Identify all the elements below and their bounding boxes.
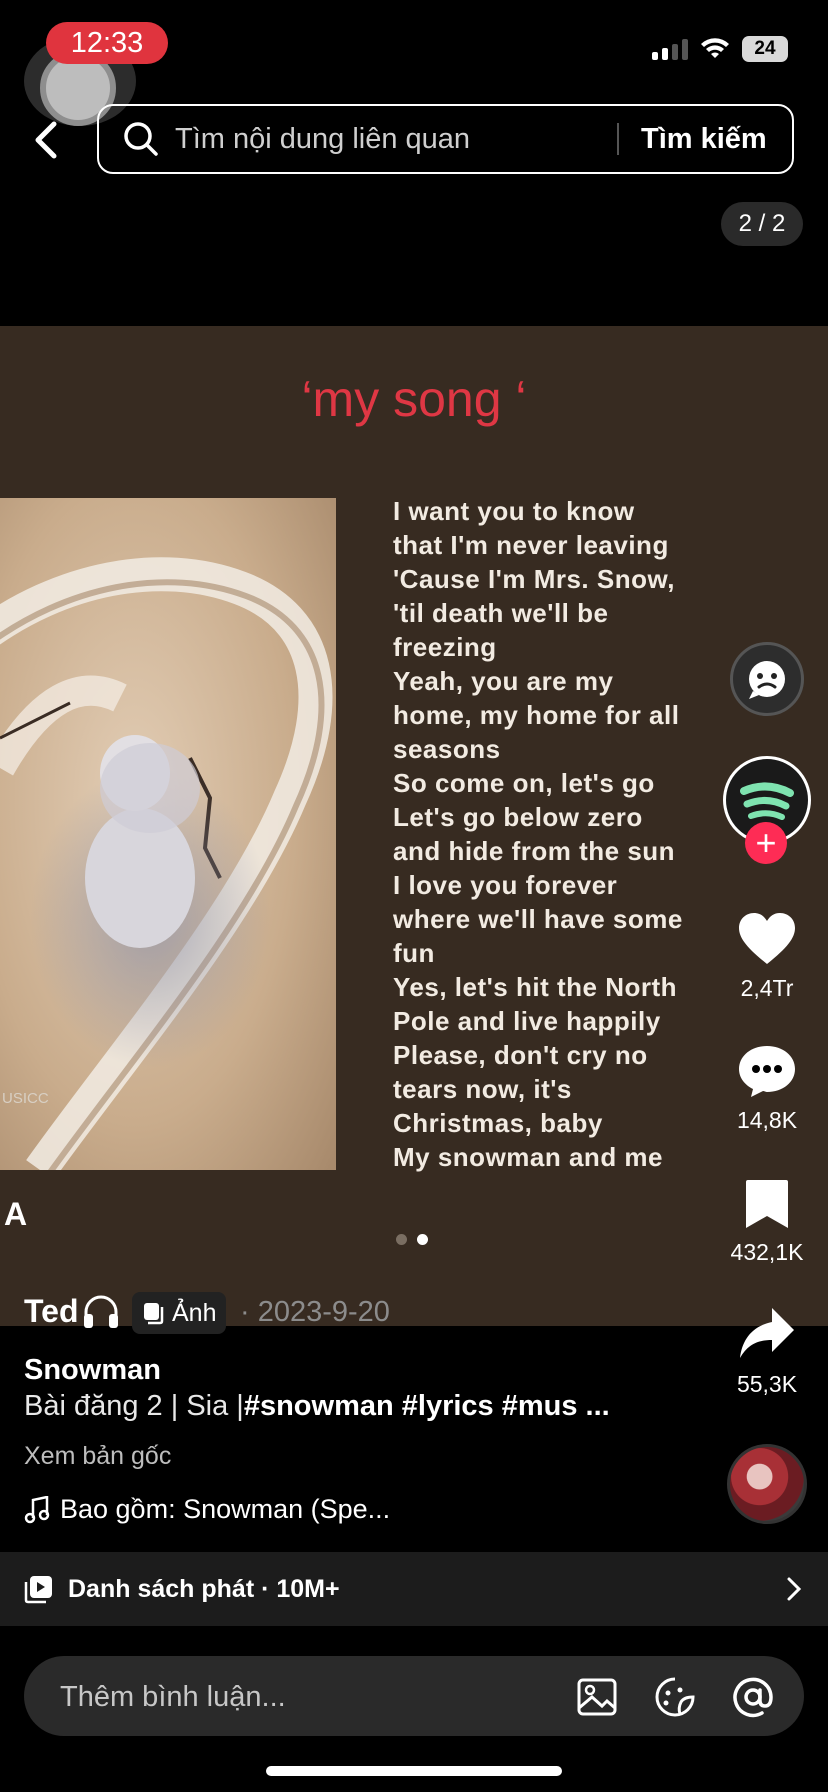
image-attach-icon[interactable] [576,1676,618,1718]
face-icon [749,661,785,699]
music-row[interactable]: Bao gồm: Snowman (Spe... [24,1494,390,1525]
caption-text: Bài đăng 2 | Sia | [24,1390,244,1422]
comment-count: 14,8K [736,1107,798,1133]
lyric-line: that I'm never leaving [393,530,669,560]
overlay-letter: A [4,1196,28,1232]
photo-type-label: Ảnh [172,1298,217,1327]
author-name[interactable]: Ted [24,1293,79,1330]
ai-assistant-button[interactable] [730,642,804,716]
lyric-line: seasons [393,734,501,764]
comment-button[interactable]: 14,8K [724,1044,810,1134]
music-title[interactable]: Bao gồm: Snowman (Spe... [60,1494,390,1525]
lyric-line: tears now, it's [393,1074,572,1104]
lyric-line: and hide from the sun [393,836,676,866]
playlist-label: Danh sách phát · 10M+ [68,1574,340,1603]
lyric-line: Let's go below zero [393,802,643,832]
comment-bar[interactable] [24,1656,804,1738]
lyric-line: 'Cause I'm Mrs. Snow, [393,564,675,594]
lyric-line: where we'll have some [393,904,683,934]
song-title: ‘my song ‘ [301,371,527,427]
like-count: 2,4Tr [740,975,794,1001]
lyric-line: I want you to know [393,496,635,526]
save-button[interactable]: 432,1K [724,1178,810,1266]
lyric-line: Yes, let's hit the North [393,972,678,1002]
lyric-line: fun [393,938,435,968]
save-count: 432,1K [730,1239,804,1265]
bookmark-icon [746,1180,788,1228]
search-icon [124,122,158,156]
lyric-line: Christmas, baby [393,1108,603,1138]
lyric-line: 'til death we'll be [393,598,609,628]
snowman-photo [0,498,336,1170]
lyric-line: freezing [393,632,497,662]
mention-at-icon[interactable] [732,1676,774,1718]
slide-dots [396,1234,428,1245]
caption-hashtags[interactable]: #snowman #lyrics #mus ... [244,1390,610,1422]
back-arrow-icon[interactable] [28,118,68,162]
wifi-icon [701,38,729,58]
author-name-row[interactable]: Ted [24,1292,121,1330]
slide-dot-1[interactable] [396,1234,407,1245]
search-bar[interactable]: Tìm kiếm [97,104,794,174]
follow-plus-button[interactable]: + [745,822,787,864]
watermark-text: USICC [2,1090,49,1107]
search-input[interactable] [173,121,607,157]
lyric-line: My snowman and me [393,1142,663,1172]
lyric-line: home, my home for all [393,700,680,730]
like-button[interactable]: 2,4Tr [724,912,810,1002]
signal-icon [652,38,688,60]
post-caption[interactable]: Bài đăng 2 | Sia |#snowman #lyrics #mus … [24,1390,610,1423]
share-arrow-icon [740,1308,794,1358]
lyric-line: I love you forever [393,870,618,900]
lyric-line: So come on, let's go [393,768,655,798]
share-button[interactable]: 55,3K [724,1306,810,1398]
lyric-line: Please, don't cry no [393,1040,648,1070]
heart-icon [739,913,795,964]
sticker-icon[interactable] [654,1676,696,1718]
playlist-bar[interactable]: Danh sách phát · 10M+ [0,1552,828,1626]
chevron-right-icon [787,1577,802,1601]
comment-bubble-icon [739,1046,795,1097]
music-disc-avatar[interactable] [727,1444,807,1524]
photo-stack-icon [144,1303,164,1325]
share-count: 55,3K [736,1371,798,1397]
headphones-icon [83,1295,118,1328]
post-date: · 2023-9-20 [240,1296,390,1328]
playlist-icon [24,1576,52,1604]
lyric-line: Pole and live happily [393,1006,661,1036]
battery-level: 24 [754,38,776,59]
post-title: Snowman [24,1354,161,1386]
see-original-link[interactable]: Xem bản gốc [24,1442,171,1471]
lyric-line: Yeah, you are my [393,666,614,696]
home-indicator [266,1766,562,1776]
photo-type-badge: Ảnh [132,1292,227,1334]
lyrics-text: I want you to know that I'm never leaving… [393,494,723,1174]
slide-counter: 2 / 2 [721,202,803,246]
search-button[interactable]: Tìm kiếm [641,123,767,156]
slide-dot-2-active[interactable] [417,1234,428,1245]
battery-icon: 24 [742,36,788,62]
status-time: 12:33 [46,22,168,64]
music-note-icon [24,1495,50,1523]
search-divider [617,123,619,155]
comment-input[interactable] [58,1656,462,1738]
